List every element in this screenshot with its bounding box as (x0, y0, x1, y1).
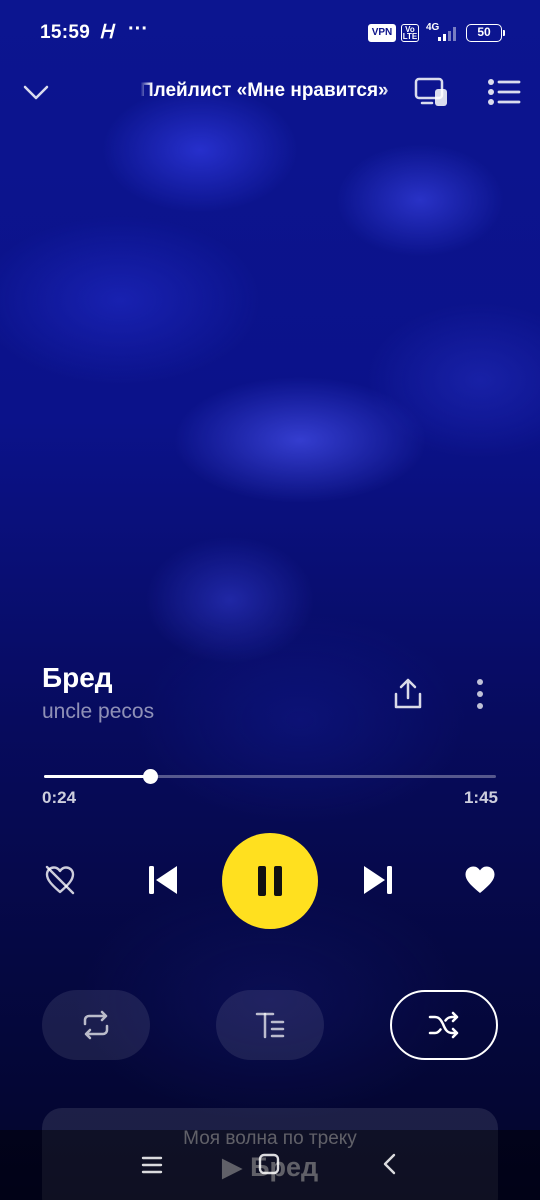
track-artist[interactable]: uncle pecos (42, 700, 154, 724)
more-options-icon[interactable] (468, 676, 492, 712)
lyrics-button[interactable] (216, 990, 324, 1060)
queue-list-icon[interactable] (487, 78, 521, 106)
pause-button[interactable] (222, 833, 318, 929)
share-icon[interactable] (392, 676, 424, 712)
home-icon[interactable] (257, 1152, 281, 1176)
playlist-title: Плейлист «Мне нравится» (140, 80, 389, 101)
battery-icon: 50 (466, 24, 505, 42)
previous-icon[interactable] (145, 862, 181, 898)
next-icon[interactable] (360, 862, 396, 898)
status-more-dots: ··· (128, 18, 148, 40)
status-time: 15:59 (40, 22, 91, 43)
progress-fill (44, 775, 150, 778)
shuffle-button[interactable] (390, 990, 498, 1060)
lyrics-icon (255, 1012, 285, 1039)
pause-icon (258, 866, 282, 896)
track-title[interactable]: Бред (42, 662, 113, 694)
total-time: 1:45 (463, 788, 498, 807)
menu-icon[interactable] (140, 1153, 164, 1177)
device-icon[interactable] (414, 76, 450, 108)
repeat-button[interactable] (42, 990, 150, 1060)
volte-badge: Vo LTE (401, 24, 419, 42)
progress-thumb[interactable] (143, 769, 158, 784)
current-time: 0:24 (42, 788, 77, 807)
dislike-icon[interactable] (42, 862, 78, 898)
heart-icon[interactable] (462, 862, 498, 898)
shuffle-icon (428, 1011, 459, 1039)
chevron-down-icon[interactable] (22, 80, 50, 104)
back-icon[interactable] (378, 1152, 402, 1176)
vpn-badge: VPN (368, 24, 396, 42)
status-app-icon: Ꮋ (100, 22, 113, 43)
signal-icon (438, 26, 458, 41)
repeat-icon (83, 1010, 109, 1040)
